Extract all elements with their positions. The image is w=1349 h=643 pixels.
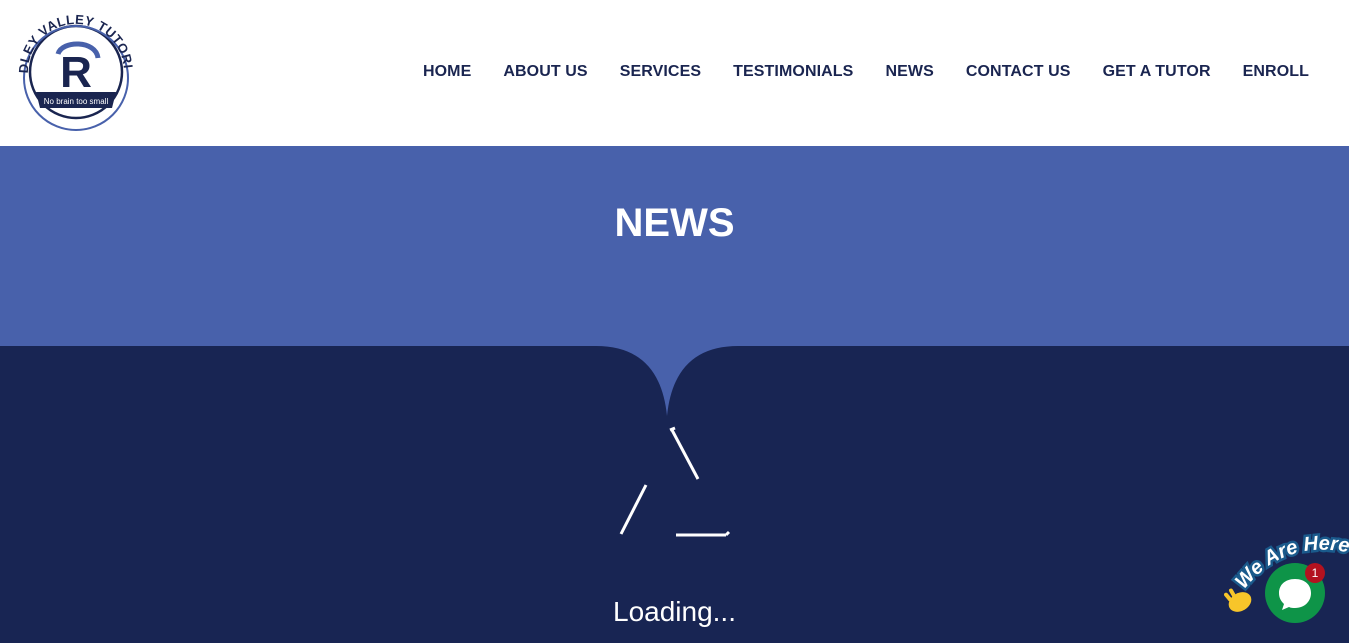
section-notch-divider [596, 346, 738, 416]
nav-about-us[interactable]: ABOUT US [503, 63, 587, 81]
site-header: RIDLEY VALLEY TUTORIAL R No brain too sm… [0, 0, 1349, 146]
nav-services[interactable]: SERVICES [620, 63, 701, 81]
nav-enroll[interactable]: ENROLL [1243, 63, 1309, 81]
chat-unread-badge: 1 [1305, 563, 1325, 583]
nav-home[interactable]: HOME [423, 63, 471, 81]
loading-text: Loading... [613, 596, 736, 627]
nav-get-a-tutor[interactable]: GET A TUTOR [1103, 63, 1211, 81]
nav-testimonials[interactable]: TESTIMONIALS [733, 63, 853, 81]
logo-tagline: No brain too small [44, 97, 109, 106]
nav-news[interactable]: NEWS [885, 63, 933, 81]
site-logo[interactable]: RIDLEY VALLEY TUTORIAL R No brain too sm… [14, 10, 138, 134]
page-title: NEWS [614, 201, 735, 245]
nav-contact-us[interactable]: CONTACT US [966, 63, 1071, 81]
main-nav: HOME ABOUT US SERVICES TESTIMONIALS NEWS… [423, 63, 1309, 81]
loading-spinner-icon [619, 426, 731, 537]
hero-banner: NEWS [0, 146, 1349, 346]
logo-monogram: R [60, 48, 92, 97]
waving-hand-icon [1224, 588, 1252, 612]
